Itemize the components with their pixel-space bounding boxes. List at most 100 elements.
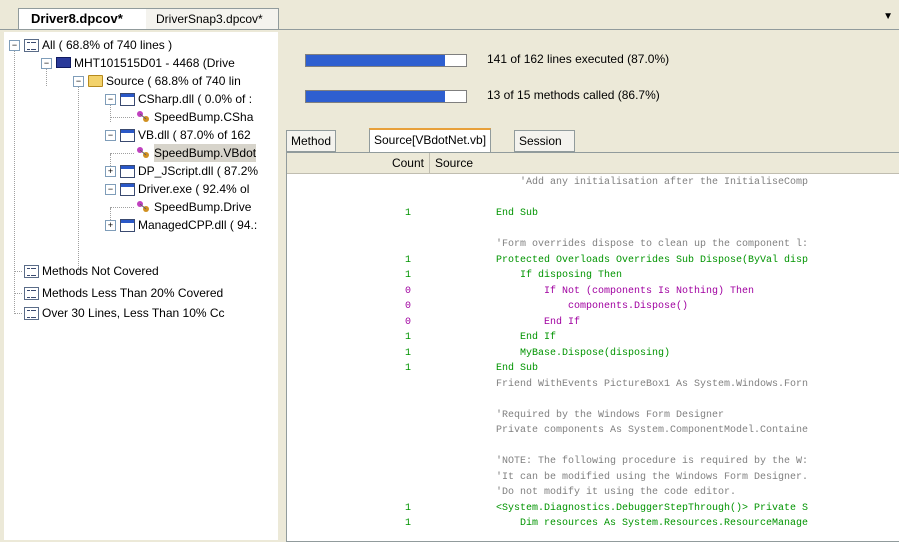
column-header-source[interactable]: Source <box>430 153 899 173</box>
source-line: Private components As System.ComponentMo… <box>472 425 809 436</box>
tree-node-speedbump-csharp[interactable]: SpeedBump.CSha <box>4 108 278 126</box>
tree-node-dp-jscript-dll[interactable]: + DP_JScript.dll ( 87.2% <box>4 162 278 180</box>
dll-icon <box>120 183 135 196</box>
column-header-source-label: Source <box>435 156 474 170</box>
table-row[interactable]: 'Add any initialisation after the Initia… <box>287 177 899 189</box>
table-row[interactable]: 0 If Not (components Is Nothing) Then <box>287 286 899 298</box>
expand-icon[interactable]: + <box>105 220 116 231</box>
tree-line <box>14 313 22 314</box>
tree-node-speedbump-vbdotnet[interactable]: SpeedBump.VBdot <box>4 144 278 162</box>
line-count: 0 <box>405 301 412 312</box>
line-count: 0 <box>405 316 412 328</box>
tree-node-label: ManagedCPP.dll ( 94.: <box>138 218 258 232</box>
column-header-count[interactable]: Count <box>287 153 430 173</box>
dll-icon <box>120 165 135 178</box>
methods-progress-fill <box>306 91 445 102</box>
dll-icon <box>120 93 135 106</box>
collapse-icon[interactable]: − <box>105 184 116 195</box>
tree-node-label: Methods Not Covered <box>42 264 159 278</box>
table-row[interactable]: 'Form overrides dispose to clean up the … <box>287 239 899 251</box>
tree-node-speedbump-driver[interactable]: SpeedBump.Drive <box>4 198 278 216</box>
source-line: If disposing Then <box>472 270 623 281</box>
collapse-icon[interactable]: − <box>105 94 116 105</box>
tree-node-methods-not-covered[interactable]: Methods Not Covered <box>4 262 278 280</box>
tree-node-methods-less-20[interactable]: Methods Less Than 20% Covered <box>4 284 278 302</box>
table-row[interactable]: Private components As System.ComponentMo… <box>287 425 899 437</box>
table-row[interactable]: 1 End If <box>287 332 899 344</box>
tree-line <box>14 293 22 294</box>
table-row[interactable]: 'Required by the Windows Form Designer <box>287 410 899 422</box>
line-count: 1 <box>405 270 412 281</box>
table-row[interactable]: 1 MyBase.Dispose(disposing) <box>287 348 899 360</box>
methods-progress-bar <box>305 90 467 103</box>
table-row[interactable]: 1 End Sub <box>287 208 899 220</box>
table-row[interactable]: Friend WithEvents PictureBox1 As System.… <box>287 379 899 391</box>
detail-pane: 141 of 162 lines executed (87.0%) 13 of … <box>281 32 899 542</box>
tree-line <box>110 153 134 154</box>
source-line: Friend WithEvents PictureBox1 As System.… <box>472 378 809 390</box>
table-row[interactable] <box>287 224 899 236</box>
source-line: End Sub <box>472 363 539 374</box>
tree-node-vb-dll[interactable]: − VB.dll ( 87.0% of 162 <box>4 126 278 144</box>
table-row[interactable] <box>287 441 899 453</box>
class-icon <box>137 147 149 158</box>
collapse-icon[interactable]: − <box>9 40 20 51</box>
list-icon <box>24 39 39 52</box>
table-row[interactable]: 1 End Sub <box>287 363 899 375</box>
tab-driversnap3[interactable]: DriverSnap3.dpcov* <box>146 8 279 29</box>
tab-divider <box>0 29 899 30</box>
methods-called-text: 13 of 15 methods called (86.7%) <box>487 88 660 102</box>
tree-node-csharp-dll[interactable]: − CSharp.dll ( 0.0% of : <box>4 90 278 108</box>
source-code-area[interactable]: 'Add any initialisation after the Initia… <box>287 174 899 540</box>
list-icon <box>24 307 39 320</box>
chevron-down-icon[interactable]: ▼ <box>883 11 893 22</box>
collapse-icon[interactable]: − <box>105 130 116 141</box>
line-count: 1 <box>405 518 412 529</box>
collapse-icon[interactable]: − <box>73 76 84 87</box>
tree-node-managedcpp-dll[interactable]: + ManagedCPP.dll ( 94.: <box>4 216 278 234</box>
tree-node-over-30-lines[interactable]: Over 30 Lines, Less Than 10% Cc <box>4 304 278 322</box>
table-row[interactable]: 1 Protected Overloads Overrides Sub Disp… <box>287 255 899 267</box>
tree-node-source[interactable]: − Source ( 68.8% of 740 lin <box>4 72 278 90</box>
document-tab-strip: Driver8.dpcov* DriverSnap3.dpcov* ▼ <box>0 0 899 30</box>
source-grid[interactable]: Count Source 'Add any initialisation aft… <box>286 152 899 542</box>
collapse-icon[interactable]: − <box>41 58 52 69</box>
tree-node-label: SpeedBump.VBdot <box>154 144 257 162</box>
tree-line <box>110 117 134 118</box>
source-line: MyBase.Dispose(disposing) <box>472 347 671 359</box>
table-row[interactable]: 0 End If <box>287 317 899 329</box>
table-row[interactable]: 'It can be modified using the Windows Fo… <box>287 472 899 484</box>
tree-node-label: VB.dll ( 87.0% of 162 <box>138 128 251 142</box>
tab-source[interactable]: Source[VBdotNet.vb] <box>369 128 492 152</box>
tree-node-label: Over 30 Lines, Less Than 10% Cc <box>42 306 225 320</box>
line-count: 0 <box>405 285 412 297</box>
table-row[interactable] <box>287 193 899 205</box>
tab-session-summary[interactable]: Session Summary <box>514 130 576 168</box>
table-row[interactable]: 0 components.Dispose() <box>287 301 899 313</box>
tab-driver8-label: Driver8.dpcov* <box>31 11 123 26</box>
tree-node-all[interactable]: − All ( 68.8% of 740 lines ) <box>4 36 278 54</box>
source-line: End Sub <box>472 208 539 219</box>
source-line: Protected Overloads Overrides Sub Dispos… <box>472 254 809 266</box>
line-count: 1 <box>405 502 412 514</box>
tree-node-machine[interactable]: − MHT101515D01 - 4468 (Drive <box>4 54 278 72</box>
table-row[interactable]: 1 Dim resources As System.Resources.Reso… <box>287 518 899 530</box>
table-row[interactable] <box>287 394 899 406</box>
table-row[interactable]: 'Do not modify it using the code editor. <box>287 487 899 499</box>
tree-node-label: Methods Less Than 20% Covered <box>42 286 224 300</box>
line-count: 1 <box>405 254 412 266</box>
table-row[interactable]: 1 If disposing Then <box>287 270 899 282</box>
tab-driver8[interactable]: Driver8.dpcov* <box>18 8 148 29</box>
tree-node-driver-exe[interactable]: − Driver.exe ( 92.4% ol <box>4 180 278 198</box>
source-line: 'Required by the Windows Form Designer <box>472 409 725 421</box>
expand-icon[interactable]: + <box>105 166 116 177</box>
table-row[interactable]: 'NOTE: The following procedure is requir… <box>287 456 899 468</box>
tab-method-list[interactable]: Method List <box>286 130 337 168</box>
lines-progress-fill <box>306 55 446 66</box>
tree-node-label: DP_JScript.dll ( 87.2% <box>138 164 259 178</box>
table-row[interactable]: 1 <System.Diagnostics.DebuggerStepThroug… <box>287 503 899 515</box>
source-line: 'Do not modify it using the code editor. <box>472 487 737 498</box>
dll-icon <box>120 219 135 232</box>
line-count: 1 <box>405 347 412 359</box>
coverage-tree[interactable]: − All ( 68.8% of 740 lines ) − MHT101515… <box>4 32 280 540</box>
